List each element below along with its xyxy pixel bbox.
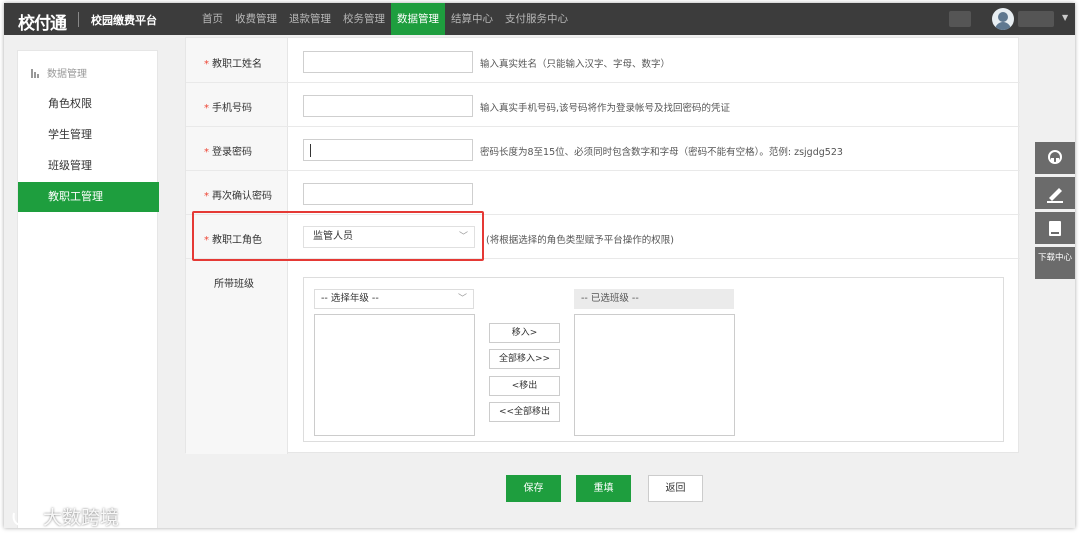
sidebar-item-class-management[interactable]: 班级管理 [18,151,159,181]
chevron-down-icon[interactable]: ▼ [1062,13,1068,22]
move-all-in-button[interactable]: 全部移入>> [489,349,560,369]
user-avatar[interactable] [992,8,1014,30]
sidebar-item-role-permissions[interactable]: 角色权限 [18,89,159,119]
move-in-button[interactable]: 移入> [489,323,560,343]
app-window: 校付通 校园缴费平台 首页 收费管理 退款管理 校务管理 数据管理 结算中心 支… [4,3,1075,528]
password-hint: 密码长度为8至15位、必须同时包含数字和字母（密码不能有空格）。范例: zsjg… [480,147,843,158]
nav-settlement-center[interactable]: 结算中心 [445,3,499,35]
role-hint: (将根据选择的角色类型赋予平台操作的权限) [486,235,674,246]
required-marker: * [204,103,209,114]
logo-divider [78,12,79,27]
text-cursor [310,144,311,157]
bar-chart-icon [31,68,41,78]
name-input[interactable] [303,51,473,73]
phone-input[interactable] [303,95,473,117]
confirm-password-label: * 再次确认密码 [204,191,272,202]
role-select[interactable]: 监管人员 ﹀ [303,226,475,248]
role-label: * 教职工角色 [204,235,262,246]
password-label: * 登录密码 [204,147,252,158]
app-logo: 校付通 [18,14,67,34]
sidebar-item-student-management[interactable]: 学生管理 [18,120,159,150]
staff-form: * 教职工姓名 输入真实姓名（只能输入汉字、字母、数字） * 手机号码 输入真实手机… [185,37,1020,454]
required-marker: * [204,191,209,202]
platform-title: 校园缴费平台 [91,14,157,27]
selected-classes-list[interactable] [574,314,735,436]
selected-classes-header: -- 已选班级 -- [574,289,734,309]
watermark: 大数跨境 [10,503,119,528]
nav-home[interactable]: 首页 [196,3,229,35]
customer-service-icon[interactable] [1035,142,1075,174]
available-classes-list[interactable] [314,314,475,436]
sidebar-item-staff-management[interactable]: 教职工管理 [18,182,159,212]
save-button[interactable]: 保存 [506,475,561,502]
nav-payment-service-center[interactable]: 支付服务中心 [499,3,574,35]
required-marker: * [204,59,209,70]
blurred-username[interactable] [1018,11,1054,27]
nav-data-management[interactable]: 数据管理 [391,3,445,35]
watermark-logo-icon [12,505,35,526]
sidebar-section-label: 数据管理 [47,69,87,80]
chevron-down-icon: ﹀ [458,232,468,242]
top-nav-bar: 校付通 校园缴费平台 首页 收费管理 退款管理 校务管理 数据管理 结算中心 支… [4,3,1075,35]
download-center-button[interactable]: 下载中心 [1035,247,1075,279]
required-marker: * [204,235,209,246]
blurred-info [949,11,971,27]
nav-school-affairs[interactable]: 校务管理 [337,3,391,35]
sidebar: 数据管理 角色权限 学生管理 班级管理 教职工管理 [17,50,159,528]
document-icon[interactable] [1035,212,1075,244]
move-all-out-button[interactable]: <<全部移出 [489,402,560,422]
back-button[interactable]: 返回 [648,475,703,502]
nav-refund-management[interactable]: 退款管理 [283,3,337,35]
role-select-value: 监管人员 [313,231,353,242]
edit-icon[interactable] [1035,177,1075,209]
sidebar-section-header: 数据管理 [31,65,87,80]
reset-button[interactable]: 重填 [576,475,631,502]
password-input[interactable] [303,139,473,161]
move-out-button[interactable]: <移出 [489,376,560,396]
name-label: * 教职工姓名 [204,59,262,70]
classes-label: 所带班级 [214,279,254,290]
grade-select[interactable]: -- 选择年级 -- ﹀ [314,289,474,309]
main-nav: 首页 收费管理 退款管理 校务管理 数据管理 结算中心 支付服务中心 [196,3,574,35]
required-marker: * [204,147,209,158]
class-transfer-box: -- 选择年级 -- ﹀ 移入> 全部移入>> <移出 <<全部移出 -- 已选… [303,277,1004,442]
confirm-password-input[interactable] [303,183,473,205]
name-hint: 输入真实姓名（只能输入汉字、字母、数字） [480,59,671,70]
phone-hint: 输入真实手机号码,该号码将作为登录帐号及找回密码的凭证 [480,103,731,114]
nav-fee-management[interactable]: 收费管理 [229,3,283,35]
phone-label: * 手机号码 [204,103,252,114]
chevron-down-icon: ﹀ [457,294,467,304]
